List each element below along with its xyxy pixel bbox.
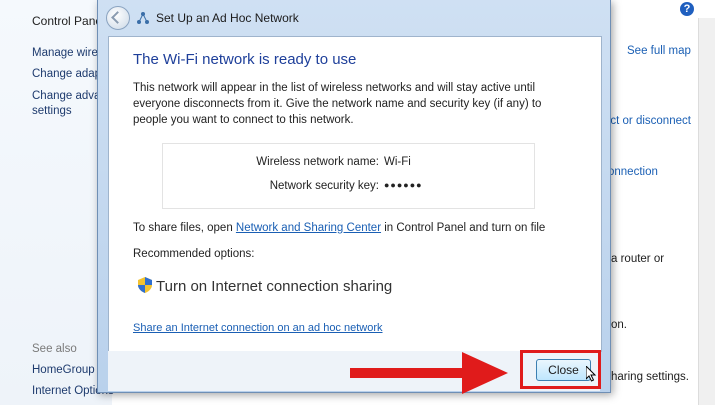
security-key-label: Network security key: xyxy=(269,180,379,192)
page-title: The Wi-Fi network is ready to use xyxy=(133,51,357,68)
share-suffix: in Control Panel and turn on file xyxy=(381,222,546,234)
network-name-label: Wireless network name: xyxy=(256,156,379,168)
annotation-arrow-head xyxy=(462,352,508,394)
dialog-content: The Wi-Fi network is ready to use This n… xyxy=(108,36,602,352)
help-icon[interactable]: ? xyxy=(680,2,694,16)
see-full-map-link[interactable]: See full map xyxy=(627,45,691,57)
router-text: a router or xyxy=(611,253,665,265)
network-sharing-center-link[interactable]: Network and Sharing Center xyxy=(236,222,381,234)
dialog-titlebar: Set Up an Ad Hoc Network xyxy=(98,0,610,36)
connection-link[interactable]: onnection xyxy=(608,166,658,178)
ad-hoc-dialog: Set Up an Ad Hoc Network The Wi-Fi netwo… xyxy=(97,0,611,393)
recommended-options-label: Recommended options: xyxy=(133,248,255,260)
network-icon xyxy=(137,12,149,24)
security-key-value: ●●●●●● xyxy=(384,180,423,190)
network-name-value: Wi-Fi xyxy=(384,156,411,168)
annotation-arrow-shaft xyxy=(350,368,465,378)
share-files-text: To share files, open Network and Sharing… xyxy=(133,222,545,234)
breadcrumb[interactable]: Control Panel xyxy=(32,14,105,28)
network-info-box: Wireless network name: Wi-Fi Network sec… xyxy=(162,143,535,209)
description-text: This network will appear in the list of … xyxy=(133,82,542,126)
mouse-cursor-icon xyxy=(586,366,597,382)
sidebar-link-change-advanced[interactable]: Change advar xyxy=(32,90,104,102)
uac-shield-icon xyxy=(138,277,152,293)
dialog-title: Set Up an Ad Hoc Network xyxy=(156,11,299,25)
share-connection-link[interactable]: Share an Internet connection on an ad ho… xyxy=(133,322,383,334)
back-arrow-icon[interactable] xyxy=(106,6,130,30)
scrollbar[interactable] xyxy=(698,18,715,405)
sidebar-link-manage-wireless[interactable]: Manage wirel xyxy=(32,47,100,59)
internet-sharing-option[interactable]: Turn on Internet connection sharing xyxy=(156,278,392,295)
share-prefix: To share files, open xyxy=(133,222,236,234)
see-also-label: See also xyxy=(32,343,77,355)
sidebar-link-change-adapter[interactable]: Change adapt xyxy=(32,68,104,80)
on-text: on. xyxy=(611,319,627,331)
control-panel-sidebar: Control Panel Manage wirel Change adapt … xyxy=(0,0,114,405)
see-also-homegroup[interactable]: HomeGroup xyxy=(32,364,95,376)
sidebar-link-settings[interactable]: settings xyxy=(32,105,72,117)
sharing-settings-text: haring settings. xyxy=(611,371,689,383)
connect-disconnect-link[interactable]: ect or disconnect xyxy=(604,115,691,127)
